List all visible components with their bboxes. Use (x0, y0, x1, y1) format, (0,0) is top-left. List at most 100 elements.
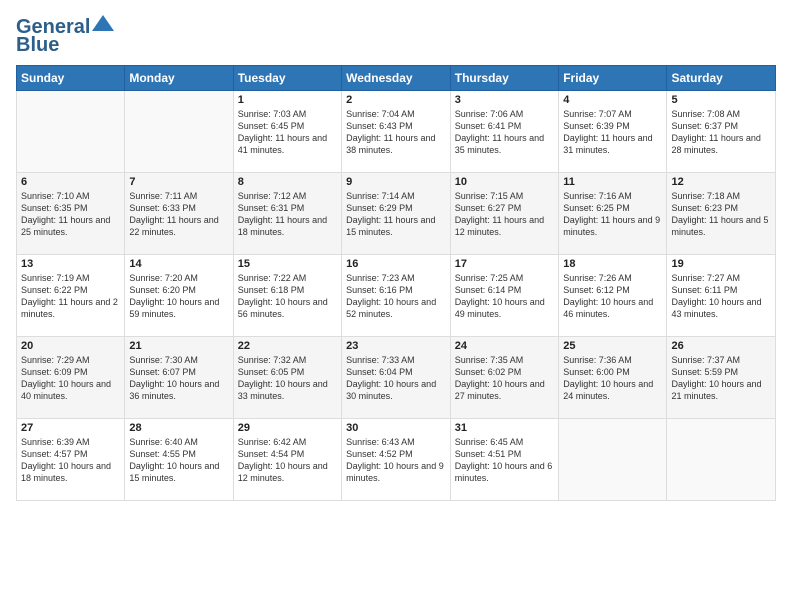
day-cell: 8 Sunrise: 7:12 AMSunset: 6:31 PMDaylight… (233, 173, 341, 255)
day-detail: Sunrise: 6:42 AMSunset: 4:54 PMDaylight:… (238, 436, 337, 485)
day-detail: Sunrise: 7:03 AMSunset: 6:45 PMDaylight:… (238, 108, 337, 157)
day-detail: Sunrise: 7:16 AMSunset: 6:25 PMDaylight:… (563, 190, 662, 239)
day-number: 10 (455, 176, 554, 188)
logo: General Blue (16, 16, 114, 57)
day-detail: Sunrise: 7:20 AMSunset: 6:20 PMDaylight:… (129, 272, 228, 321)
day-number: 29 (238, 422, 337, 434)
weekday-header-monday: Monday (125, 66, 233, 91)
day-cell: 17Sunrise: 7:25 AMSunset: 6:14 PMDayligh… (450, 255, 558, 337)
day-cell: 4 Sunrise: 7:07 AMSunset: 6:39 PMDaylight… (559, 91, 667, 173)
day-detail: Sunrise: 6:43 AMSunset: 4:52 PMDaylight:… (346, 436, 446, 485)
weekday-header-thursday: Thursday (450, 66, 558, 91)
weekday-header-saturday: Saturday (667, 66, 776, 91)
day-detail: Sunrise: 7:07 AMSunset: 6:39 PMDaylight:… (563, 108, 662, 157)
day-detail: Sunrise: 6:45 AMSunset: 4:51 PMDaylight:… (455, 436, 554, 485)
weekday-header-wednesday: Wednesday (342, 66, 451, 91)
week-row-1: 1 Sunrise: 7:03 AMSunset: 6:45 PMDaylight… (17, 91, 776, 173)
day-cell: 19 Sunrise: 7:27 AMSunset: 6:11 PMDayligh… (667, 255, 776, 337)
day-cell: 28 Sunrise: 6:40 AMSunset: 4:55 PMDayligh… (125, 419, 233, 501)
day-detail: Sunrise: 7:04 AMSunset: 6:43 PMDaylight:… (346, 108, 446, 157)
day-detail: Sunrise: 7:12 AMSunset: 6:31 PMDaylight:… (238, 190, 337, 239)
day-detail: Sunrise: 7:22 AMSunset: 6:18 PMDaylight:… (238, 272, 337, 321)
day-cell: 2 Sunrise: 7:04 AMSunset: 6:43 PMDaylight… (342, 91, 451, 173)
day-cell: 23Sunrise: 7:33 AMSunset: 6:04 PMDayligh… (342, 337, 451, 419)
day-cell: 31 Sunrise: 6:45 AMSunset: 4:51 PMDayligh… (450, 419, 558, 501)
day-cell: 29 Sunrise: 6:42 AMSunset: 4:54 PMDayligh… (233, 419, 341, 501)
day-number: 16 (346, 258, 446, 270)
day-detail: Sunrise: 7:33 AMSunset: 6:04 PMDaylight:… (346, 354, 446, 403)
day-detail: Sunrise: 7:30 AMSunset: 6:07 PMDaylight:… (129, 354, 228, 403)
day-detail: Sunrise: 6:40 AMSunset: 4:55 PMDaylight:… (129, 436, 228, 485)
day-number: 1 (238, 94, 337, 106)
day-cell (17, 91, 125, 173)
day-cell: 25 Sunrise: 7:36 AMSunset: 6:00 PMDayligh… (559, 337, 667, 419)
day-cell: 22 Sunrise: 7:32 AMSunset: 6:05 PMDayligh… (233, 337, 341, 419)
day-cell: 7 Sunrise: 7:11 AMSunset: 6:33 PMDaylight… (125, 173, 233, 255)
day-number: 11 (563, 176, 662, 188)
day-number: 13 (21, 258, 120, 270)
day-detail: Sunrise: 7:18 AMSunset: 6:23 PMDaylight:… (671, 190, 771, 239)
day-cell: 6 Sunrise: 7:10 AMSunset: 6:35 PMDaylight… (17, 173, 125, 255)
day-number: 4 (563, 94, 662, 106)
day-number: 19 (671, 258, 771, 270)
day-cell: 21 Sunrise: 7:30 AMSunset: 6:07 PMDayligh… (125, 337, 233, 419)
day-cell: 26Sunrise: 7:37 AMSunset: 5:59 PMDayligh… (667, 337, 776, 419)
calendar-table: SundayMondayTuesdayWednesdayThursdayFrid… (16, 65, 776, 501)
day-number: 28 (129, 422, 228, 434)
day-number: 8 (238, 176, 337, 188)
day-number: 24 (455, 340, 554, 352)
day-cell: 11 Sunrise: 7:16 AMSunset: 6:25 PMDayligh… (559, 173, 667, 255)
day-detail: Sunrise: 7:06 AMSunset: 6:41 PMDaylight:… (455, 108, 554, 157)
day-cell: 30Sunrise: 6:43 AMSunset: 4:52 PMDayligh… (342, 419, 451, 501)
day-number: 6 (21, 176, 120, 188)
day-cell: 10 Sunrise: 7:15 AMSunset: 6:27 PMDayligh… (450, 173, 558, 255)
day-number: 22 (238, 340, 337, 352)
day-number: 2 (346, 94, 446, 106)
day-number: 31 (455, 422, 554, 434)
day-cell: 5 Sunrise: 7:08 AMSunset: 6:37 PMDaylight… (667, 91, 776, 173)
week-row-5: 27 Sunrise: 6:39 AMSunset: 4:57 PMDayligh… (17, 419, 776, 501)
day-cell: 24 Sunrise: 7:35 AMSunset: 6:02 PMDayligh… (450, 337, 558, 419)
day-detail: Sunrise: 7:29 AMSunset: 6:09 PMDaylight:… (21, 354, 120, 403)
day-detail: Sunrise: 7:14 AMSunset: 6:29 PMDaylight:… (346, 190, 446, 239)
day-detail: Sunrise: 7:11 AMSunset: 6:33 PMDaylight:… (129, 190, 228, 239)
day-detail: Sunrise: 7:25 AMSunset: 6:14 PMDaylight:… (455, 272, 554, 321)
day-detail: Sunrise: 6:39 AMSunset: 4:57 PMDaylight:… (21, 436, 120, 485)
day-number: 7 (129, 176, 228, 188)
day-cell (667, 419, 776, 501)
day-detail: Sunrise: 7:32 AMSunset: 6:05 PMDaylight:… (238, 354, 337, 403)
day-number: 20 (21, 340, 120, 352)
day-cell: 16 Sunrise: 7:23 AMSunset: 6:16 PMDayligh… (342, 255, 451, 337)
day-detail: Sunrise: 7:23 AMSunset: 6:16 PMDaylight:… (346, 272, 446, 321)
day-number: 15 (238, 258, 337, 270)
day-number: 5 (671, 94, 771, 106)
day-cell (559, 419, 667, 501)
day-number: 14 (129, 258, 228, 270)
day-cell: 12 Sunrise: 7:18 AMSunset: 6:23 PMDayligh… (667, 173, 776, 255)
day-number: 25 (563, 340, 662, 352)
day-number: 12 (671, 176, 771, 188)
weekday-header-sunday: Sunday (17, 66, 125, 91)
weekday-header-tuesday: Tuesday (233, 66, 341, 91)
day-cell: 15 Sunrise: 7:22 AMSunset: 6:18 PMDayligh… (233, 255, 341, 337)
day-number: 26 (671, 340, 771, 352)
day-detail: Sunrise: 7:36 AMSunset: 6:00 PMDaylight:… (563, 354, 662, 403)
day-cell: 13 Sunrise: 7:19 AMSunset: 6:22 PMDayligh… (17, 255, 125, 337)
day-detail: Sunrise: 7:15 AMSunset: 6:27 PMDaylight:… (455, 190, 554, 239)
day-detail: Sunrise: 7:08 AMSunset: 6:37 PMDaylight:… (671, 108, 771, 157)
week-row-3: 13 Sunrise: 7:19 AMSunset: 6:22 PMDayligh… (17, 255, 776, 337)
day-number: 9 (346, 176, 446, 188)
day-number: 21 (129, 340, 228, 352)
day-detail: Sunrise: 7:26 AMSunset: 6:12 PMDaylight:… (563, 272, 662, 321)
day-detail: Sunrise: 7:27 AMSunset: 6:11 PMDaylight:… (671, 272, 771, 321)
day-detail: Sunrise: 7:35 AMSunset: 6:02 PMDaylight:… (455, 354, 554, 403)
day-cell: 20 Sunrise: 7:29 AMSunset: 6:09 PMDayligh… (17, 337, 125, 419)
day-detail: Sunrise: 7:10 AMSunset: 6:35 PMDaylight:… (21, 190, 120, 239)
weekday-header-row: SundayMondayTuesdayWednesdayThursdayFrid… (17, 66, 776, 91)
day-number: 27 (21, 422, 120, 434)
day-cell: 14 Sunrise: 7:20 AMSunset: 6:20 PMDayligh… (125, 255, 233, 337)
day-cell: 1 Sunrise: 7:03 AMSunset: 6:45 PMDaylight… (233, 91, 341, 173)
header: General Blue (16, 16, 776, 57)
day-detail: Sunrise: 7:19 AMSunset: 6:22 PMDaylight:… (21, 272, 120, 321)
day-number: 18 (563, 258, 662, 270)
